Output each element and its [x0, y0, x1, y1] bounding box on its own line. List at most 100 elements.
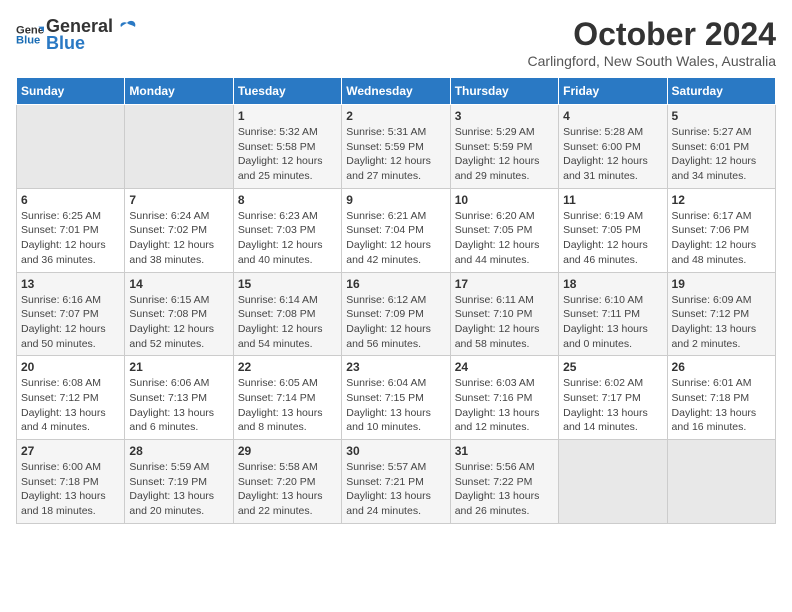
day-info: Sunrise: 6:25 AM Sunset: 7:01 PM Dayligh… — [21, 209, 120, 268]
day-number: 29 — [238, 444, 337, 458]
day-number: 22 — [238, 360, 337, 374]
calendar-cell: 5 Sunrise: 5:27 AM Sunset: 6:01 PM Daylig… — [667, 105, 775, 189]
calendar-cell: 3Sunrise: 5:29 AM Sunset: 5:59 PM Daylig… — [450, 105, 558, 189]
calendar-cell: 13 Sunrise: 6:16 AM Sunset: 7:07 PM Dayli… — [17, 272, 125, 356]
day-info: Sunrise: 6:12 AM Sunset: 7:09 PM Dayligh… — [346, 293, 445, 352]
calendar-cell — [17, 105, 125, 189]
calendar-week-row: 1 Sunrise: 5:32 AM Sunset: 5:58 PM Daylig… — [17, 105, 776, 189]
day-number: 19 — [672, 277, 771, 291]
weekday-header-tuesday: Tuesday — [233, 78, 341, 105]
day-number: 28 — [129, 444, 228, 458]
calendar-week-row: 20 Sunrise: 6:08 AM Sunset: 7:12 PM Dayli… — [17, 356, 776, 440]
day-number: 4 — [563, 109, 662, 123]
calendar-cell: 6 Sunrise: 6:25 AM Sunset: 7:01 PM Daylig… — [17, 188, 125, 272]
calendar-cell: 21 Sunrise: 6:06 AM Sunset: 7:13 PM Dayli… — [125, 356, 233, 440]
weekday-header-row: SundayMondayTuesdayWednesdayThursdayFrid… — [17, 78, 776, 105]
calendar-table: SundayMondayTuesdayWednesdayThursdayFrid… — [16, 77, 776, 524]
calendar-cell: 4 Sunrise: 5:28 AM Sunset: 6:00 PM Daylig… — [559, 105, 667, 189]
calendar-cell: 29 Sunrise: 5:58 AM Sunset: 7:20 PM Dayli… — [233, 440, 341, 524]
day-info: Sunrise: 5:56 AM Sunset: 7:22 PM Dayligh… — [455, 460, 554, 519]
day-number: 25 — [563, 360, 662, 374]
day-info: Sunrise: 6:21 AM Sunset: 7:04 PM Dayligh… — [346, 209, 445, 268]
day-info: Sunrise: 6:00 AM Sunset: 7:18 PM Dayligh… — [21, 460, 120, 519]
day-info: Sunrise: 6:09 AM Sunset: 7:12 PM Dayligh… — [672, 293, 771, 352]
day-number: 23 — [346, 360, 445, 374]
calendar-cell: 25 Sunrise: 6:02 AM Sunset: 7:17 PM Dayli… — [559, 356, 667, 440]
calendar-week-row: 27 Sunrise: 6:00 AM Sunset: 7:18 PM Dayli… — [17, 440, 776, 524]
day-info: Sunrise: 6:24 AM Sunset: 7:02 PM Dayligh… — [129, 209, 228, 268]
day-number: 15 — [238, 277, 337, 291]
day-info: Sunrise: 6:16 AM Sunset: 7:07 PM Dayligh… — [21, 293, 120, 352]
calendar-cell: 12Sunrise: 6:17 AM Sunset: 7:06 PM Dayli… — [667, 188, 775, 272]
day-info: Sunrise: 5:32 AM Sunset: 5:58 PM Dayligh… — [238, 125, 337, 184]
calendar-cell — [125, 105, 233, 189]
day-number: 20 — [21, 360, 120, 374]
calendar-cell: 2 Sunrise: 5:31 AM Sunset: 5:59 PM Daylig… — [342, 105, 450, 189]
day-number: 31 — [455, 444, 554, 458]
day-info: Sunrise: 6:02 AM Sunset: 7:17 PM Dayligh… — [563, 376, 662, 435]
weekday-header-friday: Friday — [559, 78, 667, 105]
day-info: Sunrise: 5:28 AM Sunset: 6:00 PM Dayligh… — [563, 125, 662, 184]
day-number: 17 — [455, 277, 554, 291]
logo-bird-icon — [117, 19, 137, 35]
calendar-cell: 31 Sunrise: 5:56 AM Sunset: 7:22 PM Dayli… — [450, 440, 558, 524]
weekday-header-wednesday: Wednesday — [342, 78, 450, 105]
day-info: Sunrise: 6:19 AM Sunset: 7:05 PM Dayligh… — [563, 209, 662, 268]
day-number: 13 — [21, 277, 120, 291]
day-number: 5 — [672, 109, 771, 123]
month-title: October 2024 — [528, 16, 776, 53]
day-number: 11 — [563, 193, 662, 207]
page-header: General Blue General Blue October 2024 C… — [16, 16, 776, 69]
day-number: 8 — [238, 193, 337, 207]
calendar-week-row: 6 Sunrise: 6:25 AM Sunset: 7:01 PM Daylig… — [17, 188, 776, 272]
calendar-cell: 16 Sunrise: 6:12 AM Sunset: 7:09 PM Dayli… — [342, 272, 450, 356]
calendar-cell: 8Sunrise: 6:23 AM Sunset: 7:03 PM Daylig… — [233, 188, 341, 272]
day-number: 7 — [129, 193, 228, 207]
calendar-cell: 14Sunrise: 6:15 AM Sunset: 7:08 PM Dayli… — [125, 272, 233, 356]
day-info: Sunrise: 6:11 AM Sunset: 7:10 PM Dayligh… — [455, 293, 554, 352]
calendar-cell — [667, 440, 775, 524]
calendar-cell: 26 Sunrise: 6:01 AM Sunset: 7:18 PM Dayli… — [667, 356, 775, 440]
calendar-cell: 17 Sunrise: 6:11 AM Sunset: 7:10 PM Dayli… — [450, 272, 558, 356]
calendar-cell: 9Sunrise: 6:21 AM Sunset: 7:04 PM Daylig… — [342, 188, 450, 272]
calendar-cell — [559, 440, 667, 524]
day-number: 21 — [129, 360, 228, 374]
day-number: 30 — [346, 444, 445, 458]
calendar-cell: 22 Sunrise: 6:05 AM Sunset: 7:14 PM Dayli… — [233, 356, 341, 440]
day-info: Sunrise: 6:17 AM Sunset: 7:06 PM Dayligh… — [672, 209, 771, 268]
day-info: Sunrise: 5:58 AM Sunset: 7:20 PM Dayligh… — [238, 460, 337, 519]
calendar-cell: 15 Sunrise: 6:14 AM Sunset: 7:08 PM Dayli… — [233, 272, 341, 356]
calendar-cell: 30Sunrise: 5:57 AM Sunset: 7:21 PM Dayli… — [342, 440, 450, 524]
day-number: 1 — [238, 109, 337, 123]
calendar-cell: 23 Sunrise: 6:04 AM Sunset: 7:15 PM Dayli… — [342, 356, 450, 440]
day-info: Sunrise: 5:31 AM Sunset: 5:59 PM Dayligh… — [346, 125, 445, 184]
day-number: 26 — [672, 360, 771, 374]
day-number: 16 — [346, 277, 445, 291]
day-number: 10 — [455, 193, 554, 207]
weekday-header-sunday: Sunday — [17, 78, 125, 105]
day-info: Sunrise: 6:06 AM Sunset: 7:13 PM Dayligh… — [129, 376, 228, 435]
location: Carlingford, New South Wales, Australia — [528, 53, 776, 69]
calendar-week-row: 13 Sunrise: 6:16 AM Sunset: 7:07 PM Dayli… — [17, 272, 776, 356]
day-info: Sunrise: 6:14 AM Sunset: 7:08 PM Dayligh… — [238, 293, 337, 352]
day-number: 2 — [346, 109, 445, 123]
title-area: October 2024 Carlingford, New South Wale… — [528, 16, 776, 69]
day-info: Sunrise: 6:20 AM Sunset: 7:05 PM Dayligh… — [455, 209, 554, 268]
calendar-cell: 20 Sunrise: 6:08 AM Sunset: 7:12 PM Dayli… — [17, 356, 125, 440]
day-info: Sunrise: 6:10 AM Sunset: 7:11 PM Dayligh… — [563, 293, 662, 352]
day-info: Sunrise: 6:15 AM Sunset: 7:08 PM Dayligh… — [129, 293, 228, 352]
calendar-cell: 10 Sunrise: 6:20 AM Sunset: 7:05 PM Dayli… — [450, 188, 558, 272]
calendar-cell: 7 Sunrise: 6:24 AM Sunset: 7:02 PM Daylig… — [125, 188, 233, 272]
day-info: Sunrise: 6:08 AM Sunset: 7:12 PM Dayligh… — [21, 376, 120, 435]
weekday-header-monday: Monday — [125, 78, 233, 105]
day-info: Sunrise: 5:29 AM Sunset: 5:59 PM Dayligh… — [455, 125, 554, 184]
day-info: Sunrise: 6:01 AM Sunset: 7:18 PM Dayligh… — [672, 376, 771, 435]
day-info: Sunrise: 5:27 AM Sunset: 6:01 PM Dayligh… — [672, 125, 771, 184]
day-info: Sunrise: 6:05 AM Sunset: 7:14 PM Dayligh… — [238, 376, 337, 435]
day-info: Sunrise: 6:04 AM Sunset: 7:15 PM Dayligh… — [346, 376, 445, 435]
day-number: 27 — [21, 444, 120, 458]
calendar-cell: 24Sunrise: 6:03 AM Sunset: 7:16 PM Dayli… — [450, 356, 558, 440]
logo-icon: General Blue — [16, 21, 44, 49]
day-number: 6 — [21, 193, 120, 207]
weekday-header-thursday: Thursday — [450, 78, 558, 105]
